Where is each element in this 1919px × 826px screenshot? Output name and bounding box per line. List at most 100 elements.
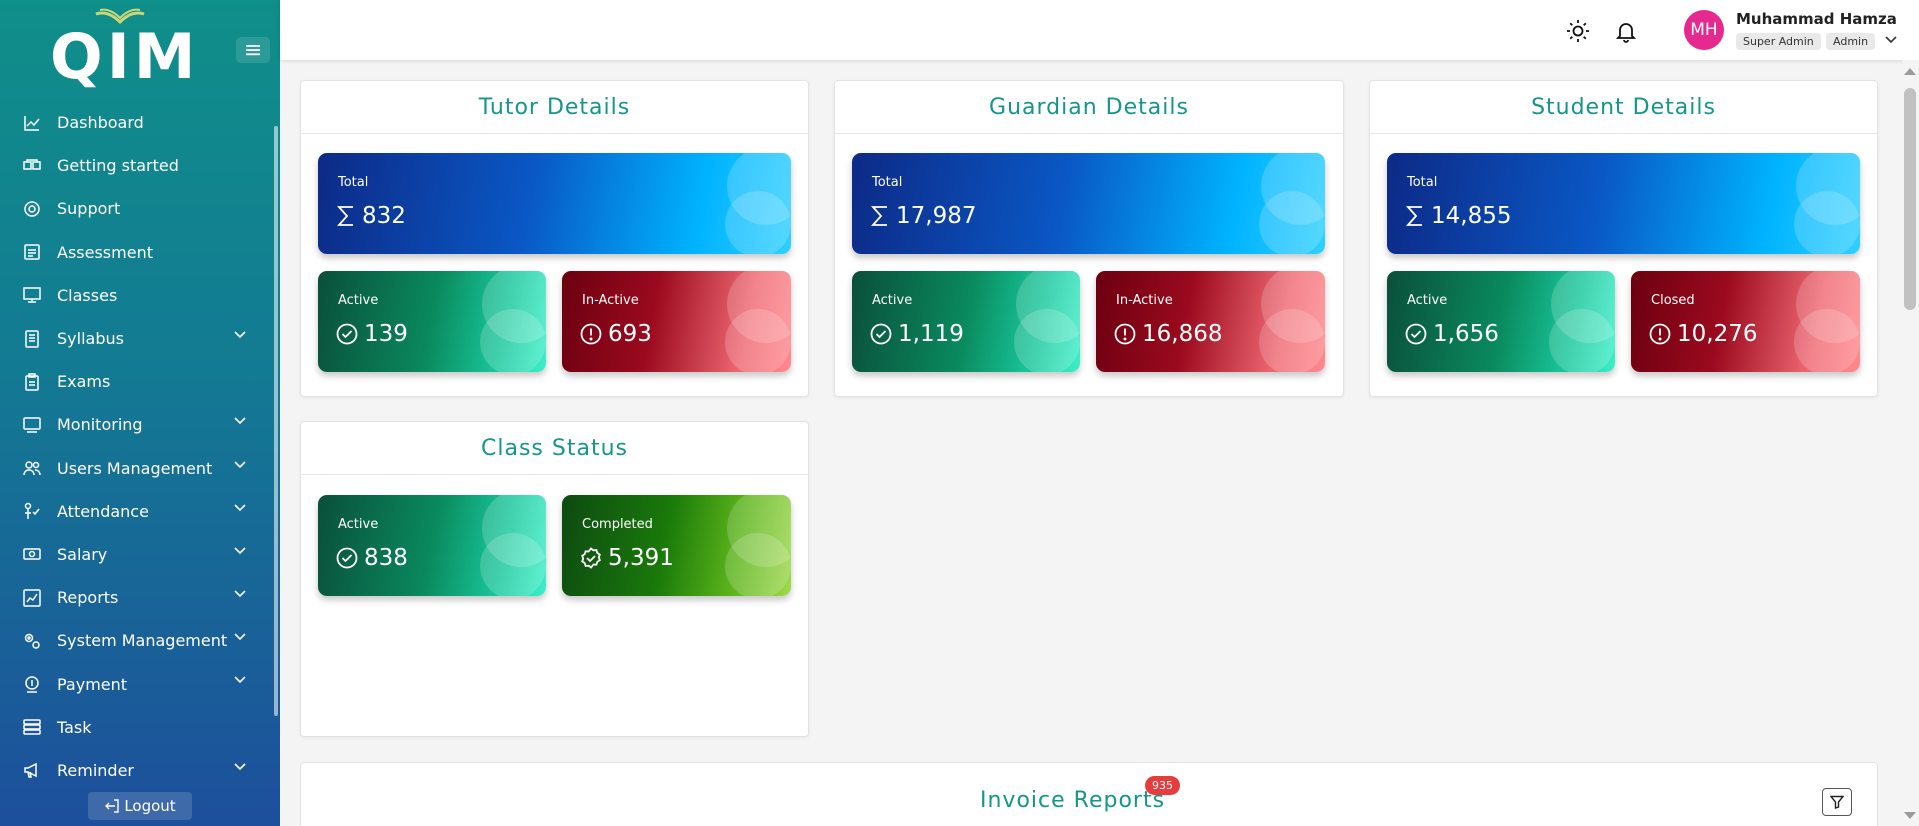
class-active-card[interactable]: Active 838 xyxy=(318,495,546,596)
sidebar-item-classes[interactable]: Classes xyxy=(0,274,270,317)
sidebar-item-salary[interactable]: Salary xyxy=(0,533,270,576)
decor-circle xyxy=(1259,309,1325,372)
avatar[interactable]: MH xyxy=(1684,10,1724,50)
student-active-card[interactable]: Active 1,656 xyxy=(1387,271,1615,372)
card-value-row: 838 xyxy=(336,545,408,571)
sidebar-item-attendance[interactable]: Attendance xyxy=(0,490,270,533)
alert-circle-icon xyxy=(580,323,602,345)
decor-circle xyxy=(1794,309,1860,372)
student-total-card[interactable]: Total 14,855 xyxy=(1387,153,1860,254)
sidebar-item-label: Support xyxy=(57,199,121,219)
card-value-row: 10,276 xyxy=(1649,321,1757,347)
card-label: Active xyxy=(338,293,379,308)
chevron-down-icon xyxy=(234,763,246,770)
card-value: 139 xyxy=(364,321,408,347)
clipboard-icon xyxy=(22,372,42,392)
chevron-down-icon xyxy=(234,331,246,339)
sidebar-item-label: Attendance xyxy=(57,501,149,521)
sidebar-item-label: Getting started xyxy=(57,156,179,176)
main-scrollbar-thumb[interactable] xyxy=(1904,88,1916,310)
sidebar-item-support[interactable]: Support xyxy=(0,187,270,230)
sidebar-item-label: Reports xyxy=(57,588,119,608)
check-circle-icon xyxy=(870,323,892,345)
card-value-row: 693 xyxy=(580,321,652,347)
tutor-total-card[interactable]: Total 832 xyxy=(318,153,791,254)
card-value: 1,656 xyxy=(1433,321,1499,347)
app-logo[interactable]: QIM xyxy=(50,8,200,93)
tutor-active-card[interactable]: Active 139 xyxy=(318,271,546,372)
sidebar-item-label: Salary xyxy=(57,544,108,564)
invoice-reports-title: Invoice Reports xyxy=(980,788,1166,813)
decor-circle xyxy=(1014,309,1080,372)
classes-icon xyxy=(22,285,42,305)
card-label: Active xyxy=(1407,293,1448,308)
card-value: 16,868 xyxy=(1142,321,1223,347)
sidebar-item-monitoring[interactable]: Monitoring xyxy=(0,403,270,446)
sidebar-item-assessment[interactable]: Assessment xyxy=(0,231,270,274)
theme-toggle-sun-icon[interactable] xyxy=(1566,19,1590,43)
sidebar-item-reminder[interactable]: Reminder xyxy=(0,749,270,792)
class-completed-card[interactable]: Completed 5,391 xyxy=(562,495,791,596)
sidebar-item-system-management[interactable]: System Management xyxy=(0,619,270,662)
top-header xyxy=(280,0,1919,60)
sidebar-item-label: Task xyxy=(57,717,92,737)
chevron-down-icon xyxy=(234,460,246,468)
attendance-icon xyxy=(22,501,42,521)
sidebar-item-payment[interactable]: Payment xyxy=(0,662,270,705)
card-value-row: 1,119 xyxy=(870,321,964,347)
logout-icon xyxy=(105,799,120,813)
card-value-row: 14,855 xyxy=(1405,203,1511,229)
decor-circle xyxy=(1549,309,1615,372)
tutor-inactive-card[interactable]: In-Active 693 xyxy=(562,271,791,372)
decor-circle xyxy=(725,191,791,254)
collapse-sidebar-button[interactable] xyxy=(236,37,270,63)
card-value: 5,391 xyxy=(608,545,674,571)
chevron-down-icon xyxy=(234,590,246,598)
card-label: Active xyxy=(338,517,379,532)
chevron-down-icon xyxy=(234,547,246,555)
role-badge-admin: Admin xyxy=(1826,33,1876,50)
user-name: Muhammad Hamza xyxy=(1736,10,1897,28)
notification-bell-icon[interactable] xyxy=(1614,19,1638,43)
card-label: In-Active xyxy=(582,293,639,308)
alert-circle-icon xyxy=(1114,323,1136,345)
sidebar-item-label: Syllabus xyxy=(57,329,124,349)
sigma-icon xyxy=(336,206,353,226)
sidebar-item-reports[interactable]: Reports xyxy=(0,576,270,619)
logout-button[interactable]: Logout xyxy=(88,792,192,820)
guardian-active-card[interactable]: Active 1,119 xyxy=(852,271,1080,372)
sigma-icon xyxy=(870,206,887,226)
syllabus-icon xyxy=(22,329,42,349)
sidebar-item-dashboard[interactable]: Dashboard xyxy=(0,101,270,144)
users-icon xyxy=(22,458,42,478)
decor-circle xyxy=(725,309,791,372)
guardian-total-card[interactable]: Total 17,987 xyxy=(852,153,1325,254)
card-value: 17,987 xyxy=(896,203,977,229)
card-value: 693 xyxy=(608,321,652,347)
menu-icon xyxy=(246,45,260,56)
filter-button[interactable] xyxy=(1822,788,1852,816)
sidebar-item-exams[interactable]: Exams xyxy=(0,360,270,403)
chevron-down-icon xyxy=(234,633,246,641)
card-value-row: 17,987 xyxy=(870,203,976,229)
sidebar-item-syllabus[interactable]: Syllabus xyxy=(0,317,270,360)
sidebar-scrollbar[interactable] xyxy=(274,126,278,716)
card-value-row: 16,868 xyxy=(1114,321,1222,347)
card-value: 838 xyxy=(364,545,408,571)
student-closed-card[interactable]: Closed 10,276 xyxy=(1631,271,1860,372)
megaphone-icon xyxy=(22,760,42,780)
card-value: 14,855 xyxy=(1431,203,1512,229)
sidebar-item-users-management[interactable]: Users Management xyxy=(0,447,270,490)
sidebar-item-task[interactable]: Task xyxy=(0,706,270,749)
scroll-down-arrow-icon[interactable] xyxy=(1904,812,1916,819)
sidebar-item-label: Exams xyxy=(57,372,111,392)
scroll-up-arrow-icon[interactable] xyxy=(1904,68,1916,75)
filter-icon xyxy=(1830,795,1844,809)
alert-circle-icon xyxy=(1649,323,1671,345)
chevron-down-icon[interactable] xyxy=(1885,36,1897,44)
sidebar-item-getting-started[interactable]: Getting started xyxy=(0,144,270,187)
guardian-inactive-card[interactable]: In-Active 16,868 xyxy=(1096,271,1325,372)
card-label: Completed xyxy=(582,517,653,532)
card-value-row: 832 xyxy=(336,203,406,229)
sidebar-item-label: Dashboard xyxy=(57,113,144,133)
